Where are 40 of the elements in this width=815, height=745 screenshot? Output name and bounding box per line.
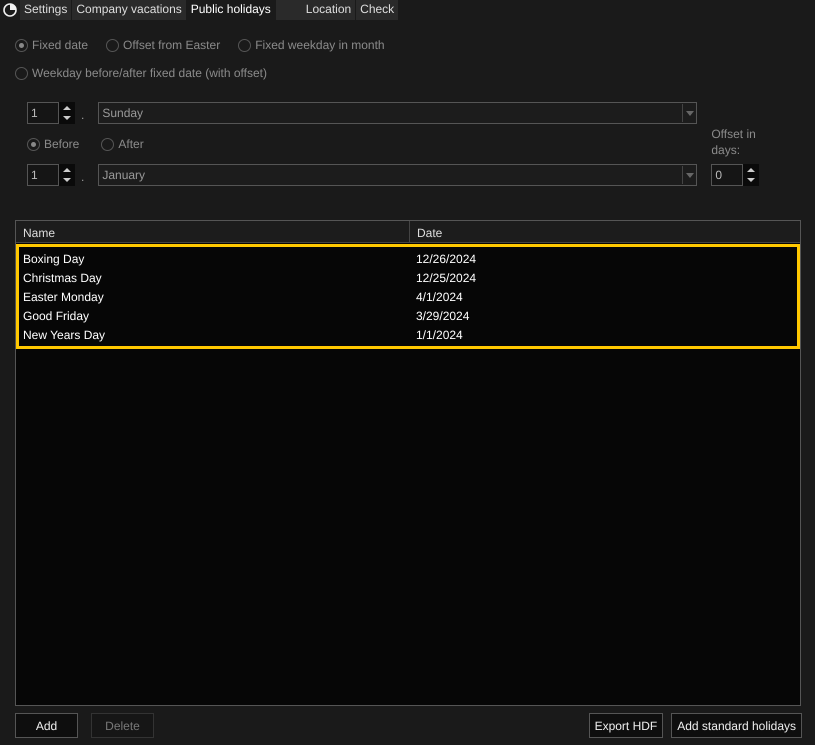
tab[interactable]: Check — [356, 0, 400, 20]
table-cell-text: Good Friday — [22, 308, 90, 324]
table-cell-text: 1/1/2024 — [415, 326, 464, 344]
spin-arrows-icon[interactable] — [62, 165, 72, 185]
pie-chart-icon — [3, 3, 17, 17]
button[interactable]: Add standard holidays — [671, 713, 802, 738]
tab[interactable]: Location — [276, 0, 356, 20]
separator-text: . — [81, 107, 84, 124]
radio-label: Offset from Easter — [123, 37, 220, 54]
number-field[interactable]: 1 — [27, 102, 59, 124]
offset-label: Offset in days: — [711, 126, 757, 158]
radio-label: After — [118, 136, 144, 153]
tab[interactable]: Settings — [20, 0, 72, 20]
button[interactable]: Add — [15, 713, 78, 738]
tab[interactable]: Company vacations — [72, 0, 187, 20]
radio-label: Fixed date — [32, 37, 88, 54]
caret-icon — [686, 110, 694, 116]
table-cell-text: 4/1/2024 — [415, 288, 464, 306]
column-header[interactable]: Date — [410, 221, 450, 242]
table-cell-text: Boxing Day — [22, 250, 86, 268]
table-cell-text: 12/25/2024 — [415, 270, 478, 286]
spin-arrows-icon[interactable] — [62, 103, 72, 123]
table-cell-text: 3/29/2024 — [415, 308, 470, 324]
number-field[interactable]: 0 — [711, 164, 744, 186]
table-cell-text: Christmas Day — [22, 270, 103, 286]
table-cell-text: Easter Monday — [22, 288, 105, 306]
spin-arrows-icon[interactable] — [746, 165, 756, 185]
column-header[interactable]: Name — [16, 221, 410, 242]
button: Delete — [91, 713, 154, 738]
table-cell-text: New Years Day — [22, 326, 106, 344]
radio-label: Weekday before/after fixed date (with offset) — [32, 65, 268, 82]
table-cell-text: 12/26/2024 — [415, 250, 478, 268]
number-field[interactable]: 1 — [27, 164, 59, 186]
radio-label: Before — [44, 136, 80, 153]
dropdown[interactable]: Sunday — [98, 102, 698, 124]
button[interactable]: Export HDF — [588, 713, 664, 738]
dropdown[interactable]: January — [98, 164, 698, 186]
caret-icon — [686, 172, 694, 178]
radio-label: Fixed weekday in month — [255, 37, 385, 54]
separator-text: . — [81, 169, 84, 186]
